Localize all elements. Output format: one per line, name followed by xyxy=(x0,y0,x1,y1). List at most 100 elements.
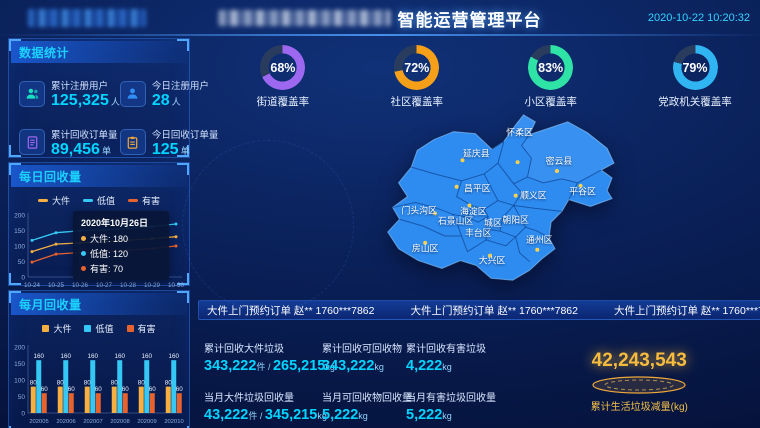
district-label: 平谷区 xyxy=(569,187,596,197)
district-label: 延庆县 xyxy=(463,147,490,158)
beijing-district-map[interactable]: 怀柔区密云县延庆县昌平区顺义区平谷区门头沟区海淀区石景山区城区朝阳区丰台区房山区… xyxy=(196,112,760,294)
stat-unit: 人 xyxy=(111,97,120,107)
legend-item[interactable]: 低值 xyxy=(83,194,115,207)
district-label: 门头沟区 xyxy=(402,204,438,215)
summary-stat: 累计回收可回收物 343,222kg xyxy=(322,340,406,374)
svg-text:60: 60 xyxy=(68,386,76,393)
svg-text:160: 160 xyxy=(168,353,179,360)
map-svg[interactable]: 怀柔区密云县延庆县昌平区顺义区平谷区门头沟区海淀区石景山区城区朝阳区丰台区房山区… xyxy=(358,112,630,294)
orders-icon xyxy=(19,129,45,155)
map-marker-dot xyxy=(461,158,465,162)
gauge-percent: 68% xyxy=(260,45,305,90)
legend-item[interactable]: 大件 xyxy=(38,194,70,207)
svg-text:202009: 202009 xyxy=(137,419,156,425)
svg-text:202007: 202007 xyxy=(83,419,102,425)
svg-text:0: 0 xyxy=(21,411,25,418)
gauge-ring: 83% xyxy=(528,45,573,90)
summary-label: 当月可回收物回收量 xyxy=(322,389,406,404)
stat-number: 89,456 xyxy=(51,141,100,158)
legend-item[interactable]: 低值 xyxy=(84,322,113,335)
page-title: 智能运营管理平台 xyxy=(219,0,542,36)
svg-text:202006: 202006 xyxy=(56,419,75,425)
gauge-label: 街道覆盖率 xyxy=(257,94,310,109)
svg-text:10-29: 10-29 xyxy=(144,282,161,289)
svg-text:10-24: 10-24 xyxy=(24,282,41,289)
svg-text:60: 60 xyxy=(122,386,130,393)
panel-title-text: 每月回收量 xyxy=(19,296,82,313)
dashboard-screen: 智能运营管理平台 2020-10-22 10:20:32 数据统计 累计注册用户… xyxy=(0,0,760,428)
summary-number: 5,222 xyxy=(406,407,442,423)
svg-text:80: 80 xyxy=(84,380,92,387)
svg-text:60: 60 xyxy=(149,386,157,393)
order-today-icon xyxy=(120,129,146,155)
svg-text:160: 160 xyxy=(87,353,98,360)
svg-text:10-26: 10-26 xyxy=(72,282,89,289)
summary-stats: 累计回收大件垃圾 343,222件 / 265,215kg 累计回收可回收物 3… xyxy=(196,320,760,423)
gauge-ring: 79% xyxy=(673,45,718,90)
district-label: 顺义区 xyxy=(520,191,547,201)
summary-number: 5,222 xyxy=(322,407,358,423)
stat-number: 125,325 xyxy=(51,92,109,109)
panel-daily-recycle: 每日回收量 大件低值有害05010015020010-2410-2510-261… xyxy=(8,162,190,286)
summary-number: 265,215 xyxy=(273,358,325,374)
district-label: 城区 xyxy=(484,218,502,228)
ticker-order-item: 大件上门预约订单 赵** 1760***7862 xyxy=(410,303,577,318)
gauge-percent: 72% xyxy=(394,45,439,90)
stat-unit: 人 xyxy=(172,97,181,107)
gauge-percent: 79% xyxy=(673,45,718,90)
gauge-percent: 83% xyxy=(528,45,573,90)
monthly-bar-chart: 大件低值有害0501001502002020058016060202006801… xyxy=(9,317,189,428)
bar-chart-svg: 0501001502002020058016060202006801606020… xyxy=(9,335,189,428)
svg-text:160: 160 xyxy=(60,353,71,360)
summary-value: 43,222件 / 345,215kg xyxy=(204,407,322,423)
summary-label: 当月有害垃圾回收量 xyxy=(406,389,494,404)
page-title-text: 智能运营管理平台 xyxy=(398,6,542,31)
coverage-gauge: 79% 党政机关覆盖率 xyxy=(658,45,732,109)
legend-item[interactable]: 有害 xyxy=(128,194,160,207)
district-label: 密云县 xyxy=(546,155,573,166)
summary-value: 343,222kg xyxy=(322,358,406,374)
stat-number: 28 xyxy=(152,92,170,109)
panel-title: 每日回收量 xyxy=(11,165,187,187)
stat-unit: 单 xyxy=(181,146,190,156)
stat-value: 125,325人 xyxy=(51,92,120,110)
stat-item: 累计回收订单量 89,456单 xyxy=(19,127,120,159)
summary-value: 343,222件 / 265,215kg xyxy=(204,358,322,374)
map-marker-dot xyxy=(536,248,540,252)
stat-value: 89,456单 xyxy=(51,141,118,159)
summary-label: 累计回收可回收物 xyxy=(322,340,406,355)
map-marker-dot xyxy=(555,169,559,173)
stat-text: 累计回收订单量 89,456单 xyxy=(51,127,118,159)
svg-text:60: 60 xyxy=(176,386,184,393)
svg-text:160: 160 xyxy=(141,353,152,360)
panel-monthly-recycle: 每月回收量 大件低值有害0501001502002020058016060202… xyxy=(8,290,190,428)
legend-item[interactable]: 有害 xyxy=(127,322,156,335)
stats-grid: 累计注册用户 125,325人 今日注册用户 28人 累计回收订单量 89,45… xyxy=(9,65,189,158)
summary-label: 当月大件垃圾回收量 xyxy=(204,389,322,404)
user-icon xyxy=(120,81,146,107)
svg-text:50: 50 xyxy=(18,394,26,401)
reduction-label: 累计生活垃圾减量(kg) xyxy=(591,398,688,413)
svg-text:10-27: 10-27 xyxy=(96,282,113,289)
summary-stat: 当月有害垃圾回收量 5,222kg xyxy=(406,389,494,423)
svg-text:50: 50 xyxy=(18,259,26,266)
coverage-gauges: 68% 街道覆盖率 72% 社区覆盖率 83% 小区覆盖率 79% 党政机关覆盖… xyxy=(196,38,760,112)
chart-legend: 大件低值 有害 xyxy=(9,317,189,335)
district-label: 昌平区 xyxy=(464,184,491,194)
stat-unit: 单 xyxy=(102,146,111,156)
summary-label: 累计回收有害垃圾 xyxy=(406,340,494,355)
stat-item: 累计注册用户 125,325人 xyxy=(19,78,120,110)
gauge-label: 小区覆盖率 xyxy=(524,94,577,109)
district-label: 海淀区 xyxy=(460,205,487,216)
svg-text:80: 80 xyxy=(30,380,38,387)
svg-text:100: 100 xyxy=(14,244,25,251)
summary-number: 43,222 xyxy=(204,407,248,423)
panel-data-statistics: 数据统计 累计注册用户 125,325人 今日注册用户 28人 累计回收订单量 … xyxy=(8,38,190,158)
legend-item[interactable]: 大件 xyxy=(42,322,71,335)
svg-text:200: 200 xyxy=(14,345,25,352)
svg-text:60: 60 xyxy=(41,386,49,393)
glow-platform-icon xyxy=(587,373,691,397)
svg-text:0: 0 xyxy=(21,275,25,282)
waste-reduction-highlight: 42,243,543 累计生活垃圾减量(kg) xyxy=(494,340,760,423)
district-label: 丰台区 xyxy=(465,227,492,238)
